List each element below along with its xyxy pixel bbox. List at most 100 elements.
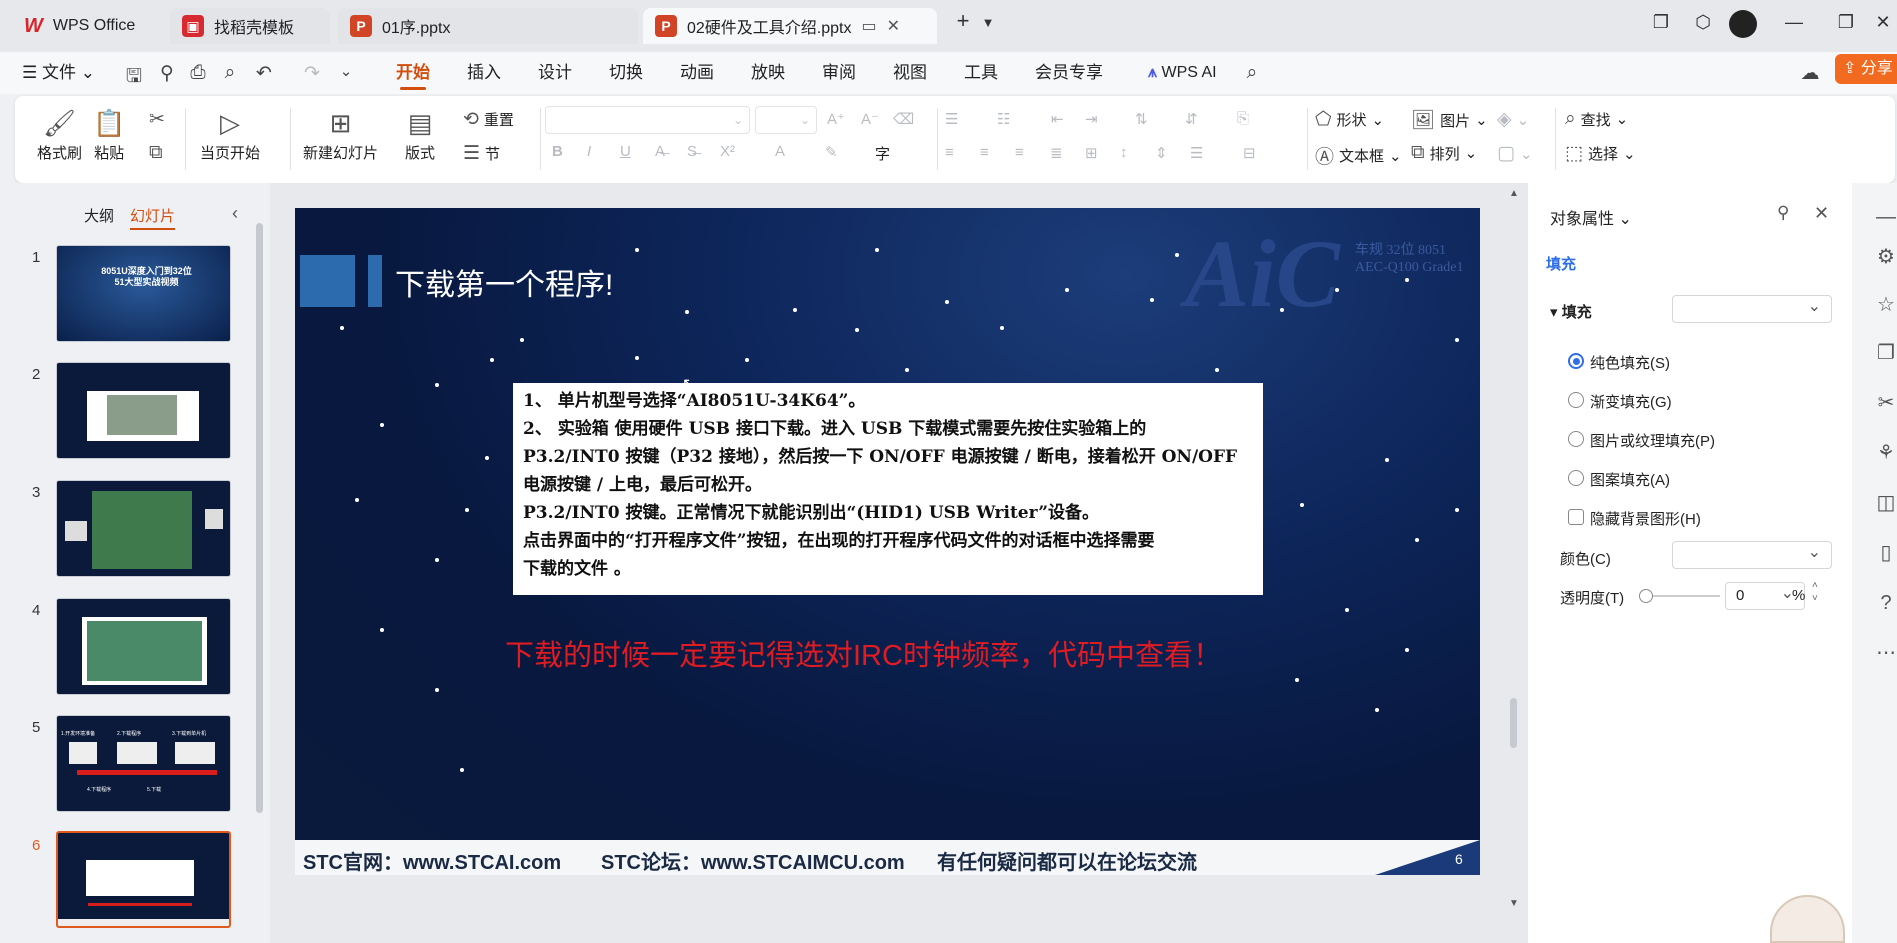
copy-button[interactable]: ⧉ <box>149 142 163 164</box>
superscript-icon[interactable]: X² <box>720 143 735 160</box>
save-icon[interactable]: 🖫 <box>122 62 146 94</box>
outline-icon[interactable]: ▢ ⌄ <box>1497 142 1533 165</box>
text-direction-icon[interactable]: ⇅ <box>1135 110 1148 128</box>
dash-icon[interactable]: — <box>1874 206 1897 229</box>
select-button[interactable]: ⬚ 选择 ⌄ <box>1565 142 1636 165</box>
gradient-fill-label[interactable]: 渐变填充(G) <box>1590 391 1672 412</box>
strikethrough-icon[interactable]: A̶ <box>655 143 665 160</box>
reset-button[interactable]: ⟲ 重置 <box>463 108 514 131</box>
new-slide-button[interactable]: ⊞ 新建幻灯片 <box>303 104 378 163</box>
pattern-fill-radio[interactable] <box>1568 470 1584 486</box>
link-icon[interactable]: ⚲ <box>155 62 179 85</box>
align-center-icon[interactable]: ≡ <box>980 144 989 161</box>
share-button[interactable]: ⇪ 分享 <box>1835 54 1897 84</box>
font-size-select[interactable]: ⌄ <box>755 106 817 134</box>
transparency-value[interactable]: 0 <box>1736 587 1744 604</box>
transparency-slider-handle[interactable] <box>1639 589 1653 603</box>
layout-button[interactable]: ▤ 版式 <box>405 104 435 163</box>
spacing-menu-icon[interactable]: ☰ <box>1190 144 1203 162</box>
close-tab-icon[interactable]: ✕ <box>887 16 900 36</box>
red-warning-note[interactable]: 下载的时候一定要记得选对IRC时钟频率，代码中查看！ <box>505 632 1222 674</box>
close-window-icon[interactable]: ✕ <box>1868 12 1897 33</box>
menu-tab-insert[interactable]: 插入 <box>467 52 501 94</box>
chart-icon[interactable]: ◫ <box>1874 490 1897 515</box>
canvas-scrollbar[interactable] <box>1510 698 1517 748</box>
close-panel-icon[interactable]: ✕ <box>1814 203 1829 224</box>
line-spacing-icon[interactable]: ↕ <box>1120 144 1128 161</box>
menu-tab-view[interactable]: 视图 <box>893 52 927 94</box>
layers-icon[interactable]: ❐ <box>1874 340 1897 365</box>
search-icon[interactable]: ⌕ <box>1240 62 1264 84</box>
find-button[interactable]: ⌕ 查找 ⌄ <box>1565 108 1628 130</box>
gradient-fill-radio[interactable] <box>1568 392 1584 408</box>
highlight-icon[interactable]: ✎ <box>825 143 838 161</box>
slide-6[interactable]: AiC 车规 32位 8051 AEC-Q100 Grade1 下载第一个程序! … <box>295 208 1480 875</box>
distribute-icon[interactable]: ⊞ <box>1085 144 1098 162</box>
cut-button[interactable]: ✂ <box>149 108 165 131</box>
justify-icon[interactable]: ≣ <box>1050 144 1063 162</box>
wps-ai-button[interactable]: ⩚ WPS AI <box>1148 52 1217 94</box>
collapse-pane-icon[interactable]: ‹ <box>232 203 238 224</box>
format-painter-button[interactable]: 🖌 格式刷 <box>37 104 82 163</box>
align-right-icon[interactable]: ≡ <box>1015 144 1024 161</box>
fill-type-dropdown[interactable] <box>1672 295 1832 323</box>
multi-window-icon[interactable]: ❐ <box>1646 12 1676 33</box>
fill-color-icon[interactable]: ◈ ⌄ <box>1497 108 1529 131</box>
scroll-down-icon[interactable]: ▼ <box>1509 898 1519 909</box>
textbox-button[interactable]: Ⓐ 文本框 ⌄ <box>1315 142 1402 169</box>
clear-format-icon[interactable]: ⌫ <box>893 110 914 128</box>
align-left-icon[interactable]: ≡ <box>945 144 954 161</box>
file-menu[interactable]: ☰ 文件 ⌄ <box>22 52 95 94</box>
print-preview-icon[interactable]: ⌕ <box>218 62 242 84</box>
book-icon[interactable]: ▯ <box>1874 540 1897 565</box>
menu-tab-review[interactable]: 审阅 <box>822 52 856 94</box>
instructions-textbox[interactable]: 1、 单片机型号选择“AI8051U-34K64”。 2、 实验箱 使用硬件 U… <box>513 383 1263 595</box>
menu-tab-home[interactable]: 开始 <box>396 52 430 94</box>
star-icon[interactable]: ☆ <box>1874 292 1897 317</box>
picture-fill-label[interactable]: 图片或纹理填充(P) <box>1590 430 1715 451</box>
font-color-icon[interactable]: A <box>775 143 785 160</box>
color-dropdown[interactable] <box>1672 541 1832 569</box>
menu-tab-member[interactable]: 会员专享 <box>1035 52 1103 94</box>
hide-bg-checkbox[interactable] <box>1568 509 1584 525</box>
more-icon[interactable]: ⋯ <box>1874 640 1897 665</box>
stepper-icon[interactable]: ˄ ˅ <box>1812 579 1818 605</box>
section-button[interactable]: ☰ 节 <box>463 142 500 165</box>
picture-fill-radio[interactable] <box>1568 431 1584 447</box>
slide-thumbnail-2[interactable] <box>56 362 231 459</box>
scroll-up-icon[interactable]: ▲ <box>1509 188 1519 199</box>
solid-fill-label[interactable]: 纯色填充(S) <box>1590 352 1670 373</box>
tab-fill[interactable]: 填充 <box>1546 253 1576 274</box>
convert-icon[interactable]: ⎘ <box>1237 110 1249 127</box>
monitor-icon[interactable]: ▭ <box>862 16 877 36</box>
tab-slides[interactable]: 幻灯片 <box>130 205 176 230</box>
menu-tab-tools[interactable]: 工具 <box>964 52 998 94</box>
redo-icon[interactable]: ↷ <box>300 62 324 85</box>
menu-tab-slideshow[interactable]: 放映 <box>751 52 785 94</box>
phonetic-icon[interactable]: 字 <box>875 143 890 164</box>
indent-icon[interactable]: ⇥ <box>1085 110 1098 128</box>
numbered-list-icon[interactable]: ☷ <box>997 110 1010 128</box>
strike-s-icon[interactable]: S̶ <box>687 143 697 160</box>
paste-button[interactable]: 📋 粘贴 <box>93 104 125 163</box>
font-grow-icon[interactable]: A⁺ <box>827 110 845 128</box>
fill-section-header[interactable]: ▾ 填充 <box>1550 301 1592 322</box>
tab-file-01[interactable]: P 01序.pptx <box>338 8 638 44</box>
chevron-down-icon[interactable]: ▼ <box>973 15 1003 30</box>
menu-tab-design[interactable]: 设计 <box>538 52 572 94</box>
slide-thumbnail-3[interactable] <box>56 480 231 577</box>
from-current-slide-button[interactable]: ▷ 当页开始 <box>200 104 260 163</box>
sort-icon[interactable]: ⇵ <box>1185 110 1198 128</box>
adjust-icon[interactable]: ⚙ <box>1874 244 1897 269</box>
slide-title[interactable]: 下载第一个程序! <box>395 260 613 304</box>
shape-button[interactable]: ⬠ 形状 ⌄ <box>1315 108 1384 131</box>
outdent-icon[interactable]: ⇤ <box>1051 110 1064 128</box>
cloud-upload-icon[interactable]: ☁ <box>1798 62 1822 85</box>
pattern-fill-label[interactable]: 图案填充(A) <box>1590 469 1670 490</box>
thumbnail-scrollbar[interactable] <box>256 223 263 813</box>
arrange-button[interactable]: ⧉ 排列 ⌄ <box>1411 142 1477 164</box>
bold-icon[interactable]: B <box>552 143 563 160</box>
tab-file-02[interactable]: P 02硬件及工具介绍.pptx ▭ ✕ <box>643 8 937 44</box>
undo-icon[interactable]: ↶ <box>252 62 276 85</box>
italic-icon[interactable]: I <box>587 143 591 160</box>
